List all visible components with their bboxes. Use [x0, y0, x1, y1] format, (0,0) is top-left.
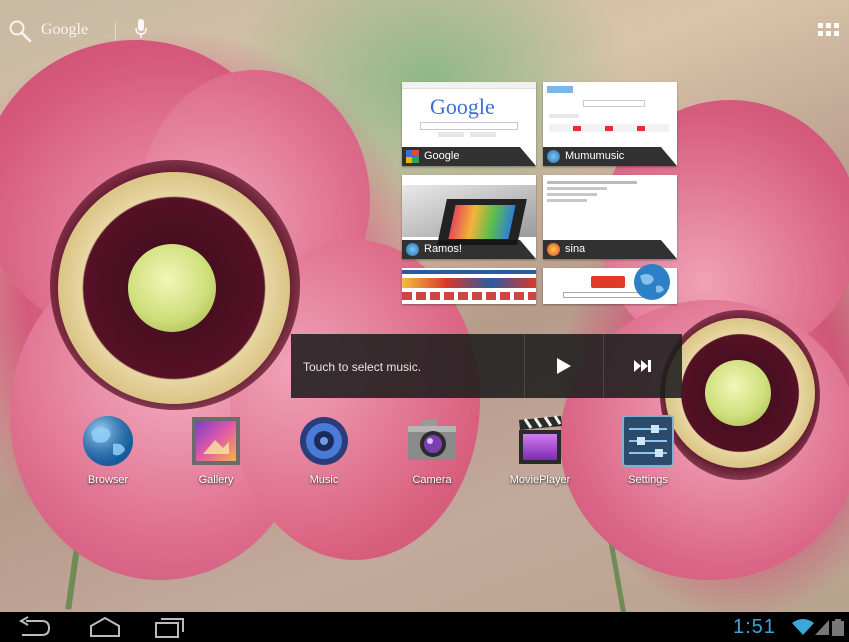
app-gallery[interactable]: Gallery: [176, 414, 256, 490]
app-label: Settings: [628, 474, 668, 486]
top-bar: Google: [0, 0, 849, 44]
app-label: Gallery: [198, 474, 234, 486]
back-icon[interactable]: [14, 616, 54, 638]
next-track-button[interactable]: [603, 334, 682, 398]
bookmark-caption: sina: [543, 240, 677, 259]
search-icon[interactable]: [8, 19, 32, 43]
google-icon: [406, 150, 419, 163]
bookmark-label: sina: [565, 243, 586, 255]
home-icon[interactable]: [85, 616, 125, 638]
bookmark-caption: Ramos!: [402, 240, 536, 259]
app-label: MoviePlayer: [509, 474, 571, 486]
play-button[interactable]: [524, 334, 603, 398]
microphone-icon[interactable]: [133, 17, 149, 41]
bookmark-ramos[interactable]: Ramos!: [402, 175, 536, 259]
wifi-icon[interactable]: [792, 618, 814, 636]
app-camera[interactable]: Camera: [392, 414, 472, 490]
bookmark-caption: Google: [402, 147, 536, 166]
bookmark-thumbnail[interactable]: [402, 268, 536, 304]
signal-icon[interactable]: [815, 620, 829, 635]
bookmark-google[interactable]: Google Google: [402, 82, 536, 166]
music-widget[interactable]: Touch to select music.: [291, 334, 682, 398]
status-clock[interactable]: 1:51: [733, 616, 776, 639]
skip-next-icon: [634, 360, 651, 372]
google-logo: Google: [430, 94, 495, 119]
bookmark-caption: Mumumusic: [543, 147, 677, 166]
app-label: Camera: [412, 474, 452, 486]
weibo-icon: [547, 243, 560, 256]
recent-apps-icon[interactable]: [150, 616, 190, 638]
bookmark-sina[interactable]: sina: [543, 175, 677, 259]
bookmark-label: Ramos!: [424, 243, 462, 255]
bookmark-mumumusic[interactable]: Mumumusic: [543, 82, 677, 166]
browser-globe-icon: [634, 264, 670, 300]
browser-icon: [406, 243, 419, 256]
clapperboard-icon: [519, 415, 562, 464]
google-search-label[interactable]: Google: [41, 21, 88, 39]
speaker-icon: [300, 417, 348, 465]
app-label: Music: [309, 474, 339, 486]
picture-icon: [192, 417, 240, 465]
app-movieplayer[interactable]: MoviePlayer: [500, 414, 580, 490]
play-icon: [557, 358, 571, 374]
app-settings[interactable]: Settings: [608, 414, 688, 490]
right-flower-pistil: [705, 360, 771, 426]
all-apps-icon[interactable]: [818, 23, 840, 37]
search-divider: [115, 22, 116, 40]
browser-icon: [547, 150, 560, 163]
app-browser[interactable]: Browser: [68, 414, 148, 490]
battery-icon[interactable]: [832, 619, 844, 636]
navigation-bar: 1:51: [0, 612, 849, 642]
bookmark-label: Mumumusic: [565, 150, 625, 162]
sliders-icon: [622, 415, 674, 467]
app-label: Browser: [87, 474, 129, 486]
app-music[interactable]: Music: [284, 414, 364, 490]
bookmark-label: Google: [424, 150, 460, 162]
left-flower-pistil: [128, 244, 216, 332]
music-prompt[interactable]: Touch to select music.: [303, 360, 421, 374]
camera-icon: [408, 420, 456, 460]
globe-icon: [83, 416, 133, 466]
